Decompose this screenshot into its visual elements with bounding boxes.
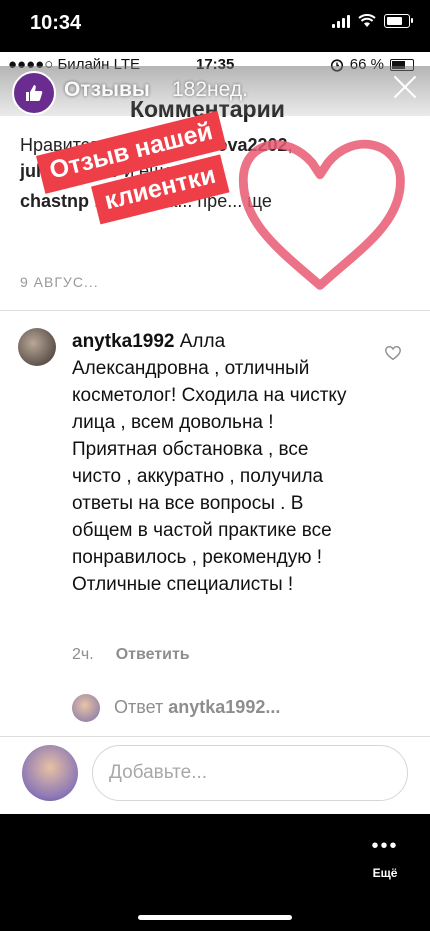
add-comment-input[interactable] bbox=[92, 745, 408, 801]
reply-user: anytka1992... bbox=[168, 697, 281, 717]
view-reply-link[interactable]: Ответ anytka1992... bbox=[114, 697, 280, 718]
wifi-icon bbox=[358, 14, 376, 27]
caption-date: 9 АВГУС... bbox=[20, 274, 99, 290]
heart-outline-icon[interactable] bbox=[384, 344, 402, 362]
divider bbox=[0, 736, 430, 737]
story-title[interactable]: Отзывы bbox=[64, 78, 150, 102]
thumbs-up-icon bbox=[26, 85, 43, 101]
comment-body: anytka1992 Алла Александровна , отличный… bbox=[72, 328, 362, 598]
os-status-icons bbox=[332, 14, 413, 28]
battery-icon bbox=[384, 14, 413, 28]
close-icon[interactable] bbox=[390, 72, 420, 102]
comment-username[interactable]: anytka1992 bbox=[72, 331, 174, 352]
comment-meta: 2ч. Ответить bbox=[72, 646, 190, 664]
story-card: ●●●●○ Билайн LTE 17:35 66 % Комментарии … bbox=[0, 52, 430, 814]
reply-button[interactable]: Ответить bbox=[116, 646, 190, 664]
home-indicator[interactable] bbox=[138, 915, 292, 920]
cellular-signal-icon bbox=[332, 14, 350, 28]
comment-avatar[interactable] bbox=[18, 328, 56, 366]
comment-time: 2ч. bbox=[72, 646, 94, 663]
more-label: Ещё bbox=[372, 866, 398, 880]
my-avatar bbox=[22, 745, 78, 801]
story-avatar[interactable] bbox=[12, 71, 56, 115]
divider bbox=[0, 310, 430, 311]
story-time: 182нед. bbox=[172, 78, 248, 101]
os-clock: 10:34 bbox=[30, 12, 82, 34]
reply-avatar bbox=[72, 694, 100, 722]
more-button[interactable]: ••• Ещё bbox=[360, 836, 410, 896]
comment-text: Алла Александровна , отличный косметолог… bbox=[72, 331, 347, 595]
more-dots-icon: ••• bbox=[371, 835, 399, 857]
os-status-bar: 10:34 bbox=[0, 0, 430, 50]
reply-prefix: Ответ bbox=[114, 697, 169, 717]
